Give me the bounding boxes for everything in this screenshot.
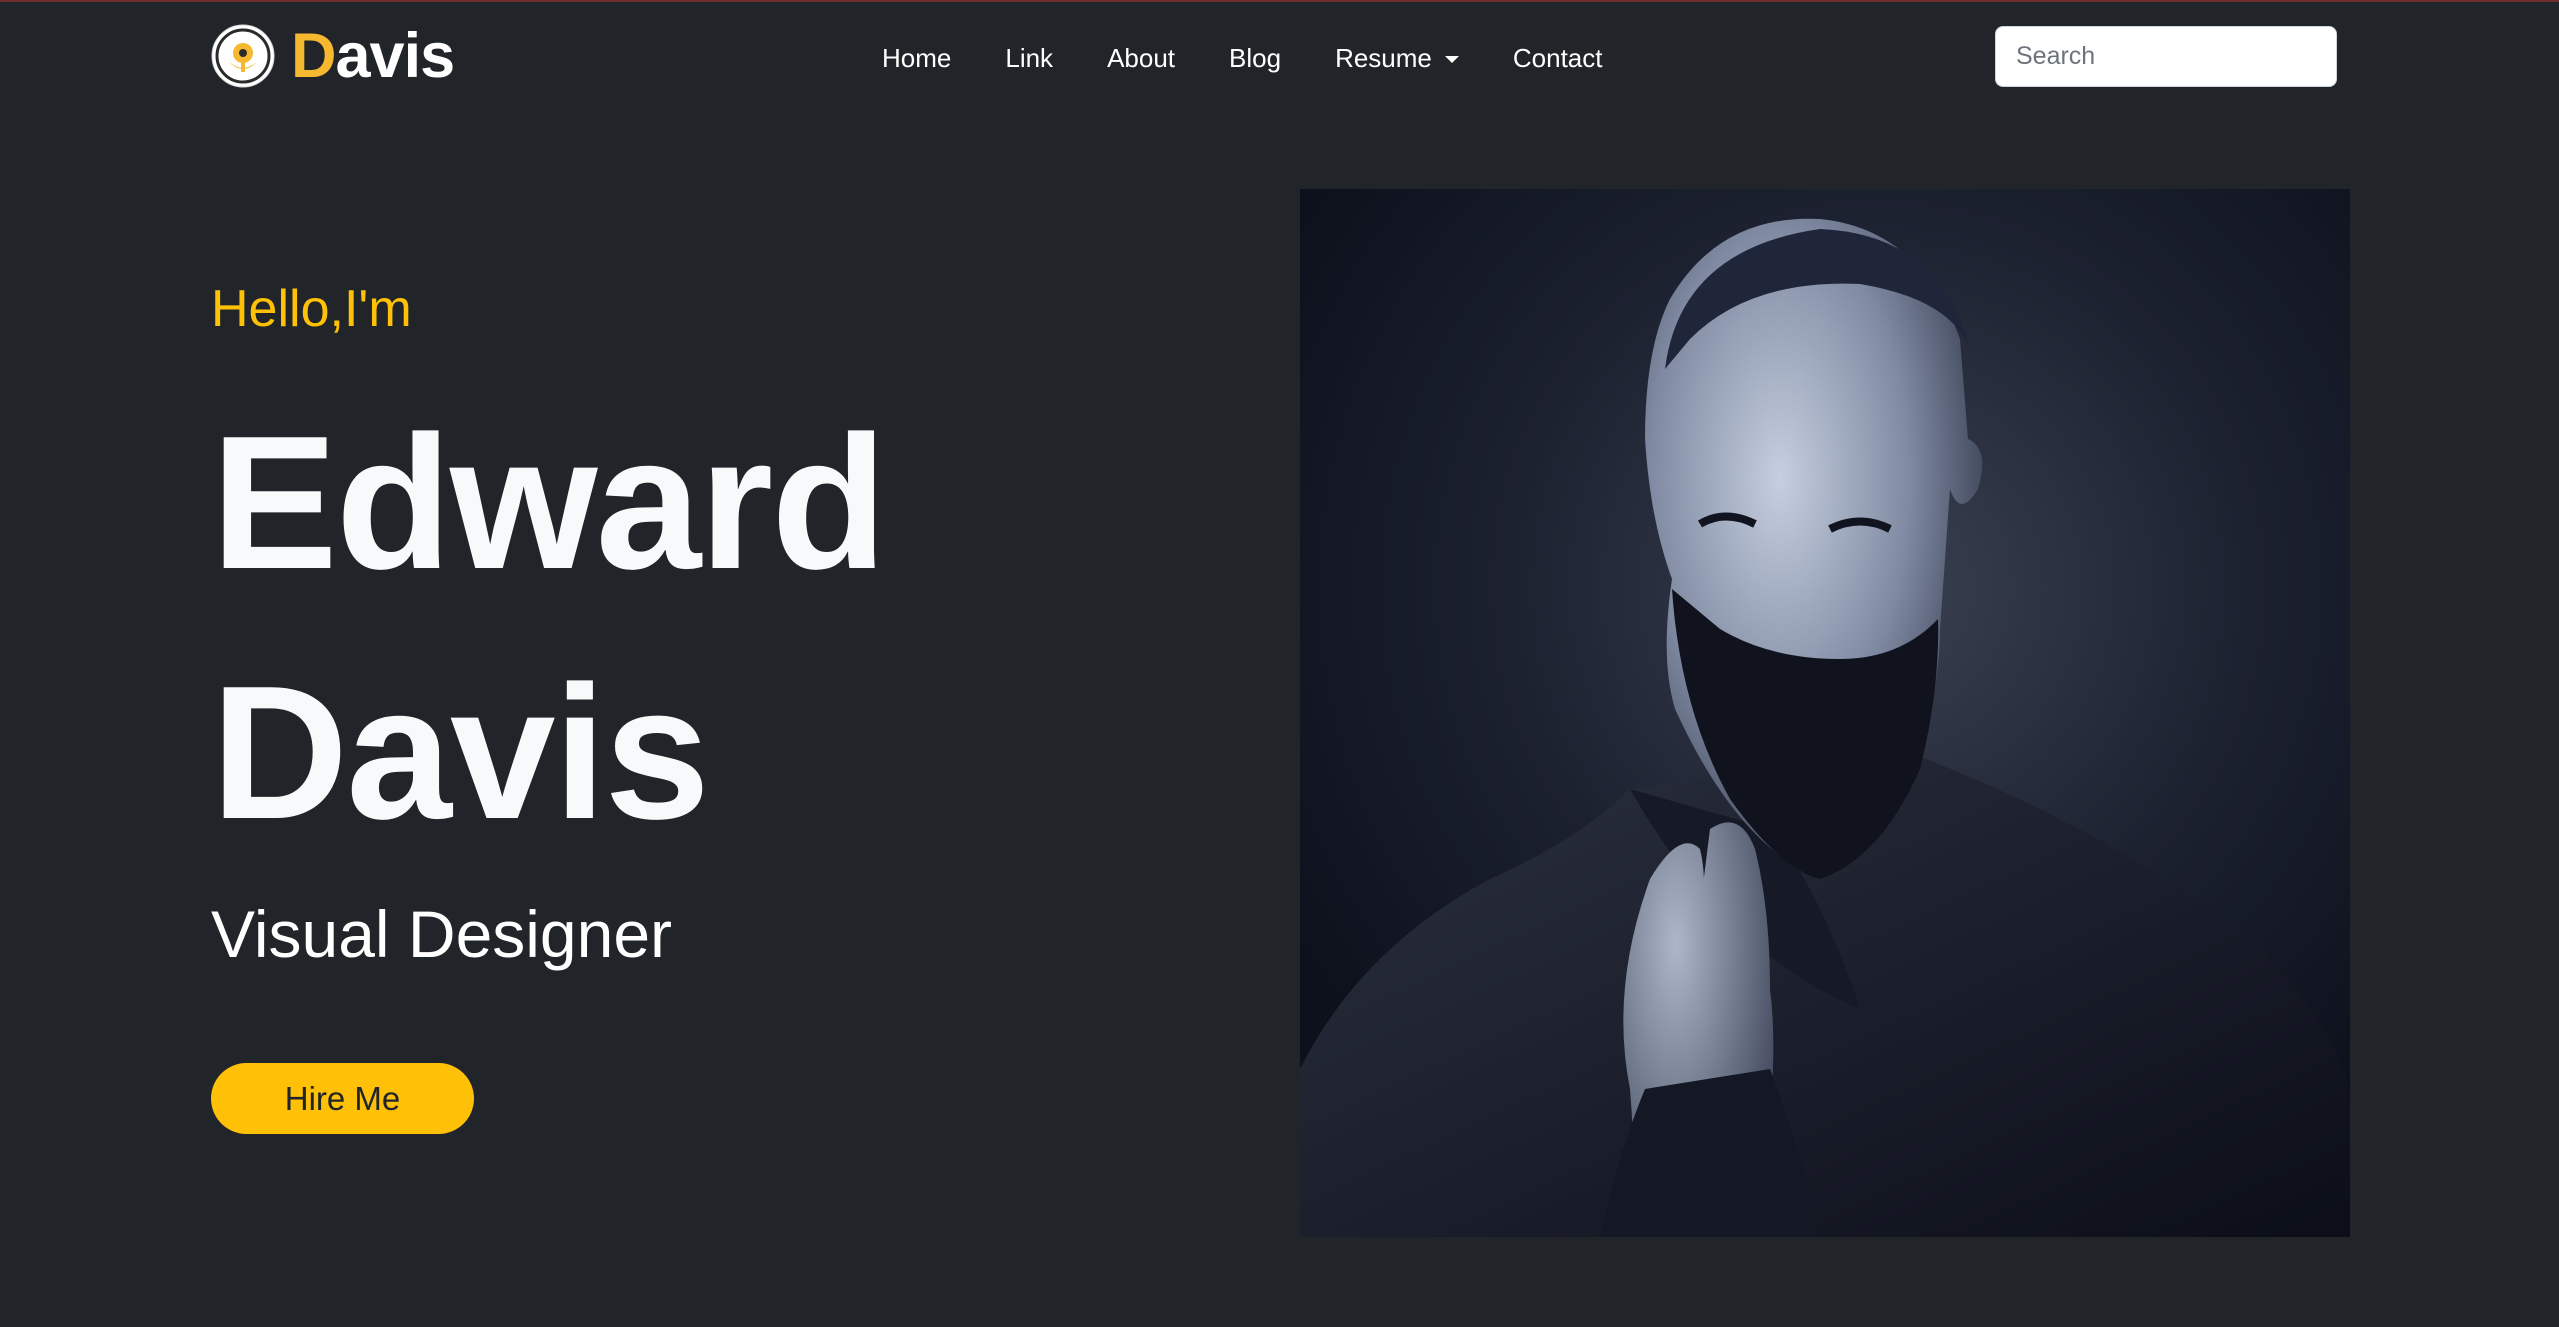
nav-resume-dropdown[interactable]: Resume	[1308, 38, 1486, 78]
portrait-image	[1300, 189, 2350, 1237]
hero-name: Edward Davis	[211, 378, 887, 878]
nav-contact[interactable]: Contact	[1486, 38, 1630, 78]
nav-link[interactable]: Link	[978, 38, 1080, 78]
nav-resume-label: Resume	[1335, 43, 1432, 73]
nav-links: Home Link About Blog Resume Contact	[855, 38, 1630, 78]
navbar: Davis Home Link About Blog Resume Contac…	[0, 2, 2559, 110]
hero-greeting: Hello,I'm	[211, 280, 412, 338]
flower-badge-icon	[211, 24, 275, 88]
brand-rest: avis	[335, 20, 456, 91]
nav-blog[interactable]: Blog	[1202, 38, 1308, 78]
hero-first-name: Edward	[211, 397, 887, 609]
hire-me-button[interactable]: Hire Me	[211, 1063, 474, 1134]
hero-last-name: Davis	[211, 647, 710, 859]
nav-about[interactable]: About	[1080, 38, 1202, 78]
brand-name: Davis	[291, 24, 455, 88]
search-input[interactable]	[1995, 26, 2337, 87]
brand-initial: D	[291, 20, 336, 91]
caret-down-icon	[1444, 55, 1459, 63]
hero-role: Visual Designer	[211, 897, 673, 971]
brand-link[interactable]: Davis	[209, 22, 455, 90]
nav-home[interactable]: Home	[855, 38, 978, 78]
